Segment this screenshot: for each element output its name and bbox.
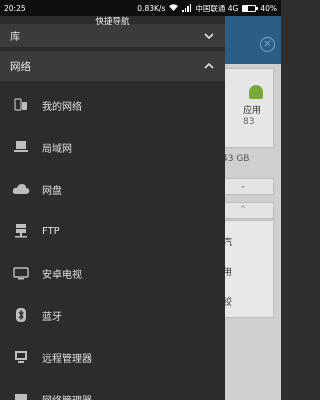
menu-item-label: 安卓电视 xyxy=(42,269,82,281)
remote-manager-icon xyxy=(10,346,32,368)
battery-percent: 40% xyxy=(260,3,277,13)
section-network[interactable]: 网络 xyxy=(0,51,225,81)
network-manager-icon xyxy=(10,388,32,400)
menu-item-bluetooth[interactable]: 蓝牙 xyxy=(0,294,225,336)
tv-icon xyxy=(10,262,32,284)
cloud-icon xyxy=(10,178,32,200)
close-icon[interactable]: ✕ xyxy=(260,37,275,52)
network-menu-list: 我的网络 局域网 网盘 FTP 安卓电视 蓝牙 远程管理器 xyxy=(0,84,225,400)
menu-item-label: 蓝牙 xyxy=(42,311,62,323)
menu-item-label: 网盘 xyxy=(42,185,62,197)
section-library-label: 库 xyxy=(10,32,20,43)
menu-item-label: 远程管理器 xyxy=(42,353,92,365)
storage-text: 43 GB xyxy=(222,154,250,164)
status-time: 20:25 xyxy=(4,3,26,13)
signal-icon xyxy=(182,4,192,12)
battery-icon xyxy=(242,4,259,12)
ftp-server-icon xyxy=(10,220,32,242)
menu-item-network-manager[interactable]: 网络管理器 xyxy=(0,378,225,400)
menu-item-ftp[interactable]: FTP xyxy=(0,210,225,252)
network-speed: 0.83K/s xyxy=(137,3,166,13)
status-bar: 20:25 0.83K/s 中国联通 4G 40% xyxy=(0,0,281,16)
section-network-label: 网络 xyxy=(10,60,31,73)
wifi-icon xyxy=(169,3,179,13)
menu-item-cloud[interactable]: 网盘 xyxy=(0,168,225,210)
menu-item-remote-manager[interactable]: 远程管理器 xyxy=(0,336,225,378)
apps-card-count: 83 xyxy=(243,117,255,127)
carrier-name: 中国联通 4G xyxy=(195,3,239,13)
chevron-down-icon xyxy=(203,30,215,42)
navigation-drawer: 库 快捷导航 网络 我的网络 局域网 网盘 FTP 安卓电视 蓝牙 远程管理器 xyxy=(0,16,225,400)
my-network-icon xyxy=(10,94,32,116)
menu-item-label: FTP xyxy=(42,225,60,237)
bluetooth-icon xyxy=(10,304,32,326)
menu-item-label: 局域网 xyxy=(42,143,72,155)
chevron-up-icon xyxy=(203,60,215,72)
apps-card-label: 应用 xyxy=(243,106,262,116)
menu-item-lan[interactable]: 局域网 xyxy=(0,126,225,168)
lan-computer-icon xyxy=(10,136,32,158)
menu-item-label: 网络管理器 xyxy=(42,392,92,400)
android-icon xyxy=(249,85,263,99)
menu-item-android-tv[interactable]: 安卓电视 xyxy=(0,252,225,294)
menu-item-label: 我的网络 xyxy=(42,101,82,113)
menu-item-my-network[interactable]: 我的网络 xyxy=(0,84,225,126)
status-indicators: 0.83K/s 中国联通 4G 40% xyxy=(137,3,277,14)
drawer-title: 快捷导航 xyxy=(95,17,130,27)
